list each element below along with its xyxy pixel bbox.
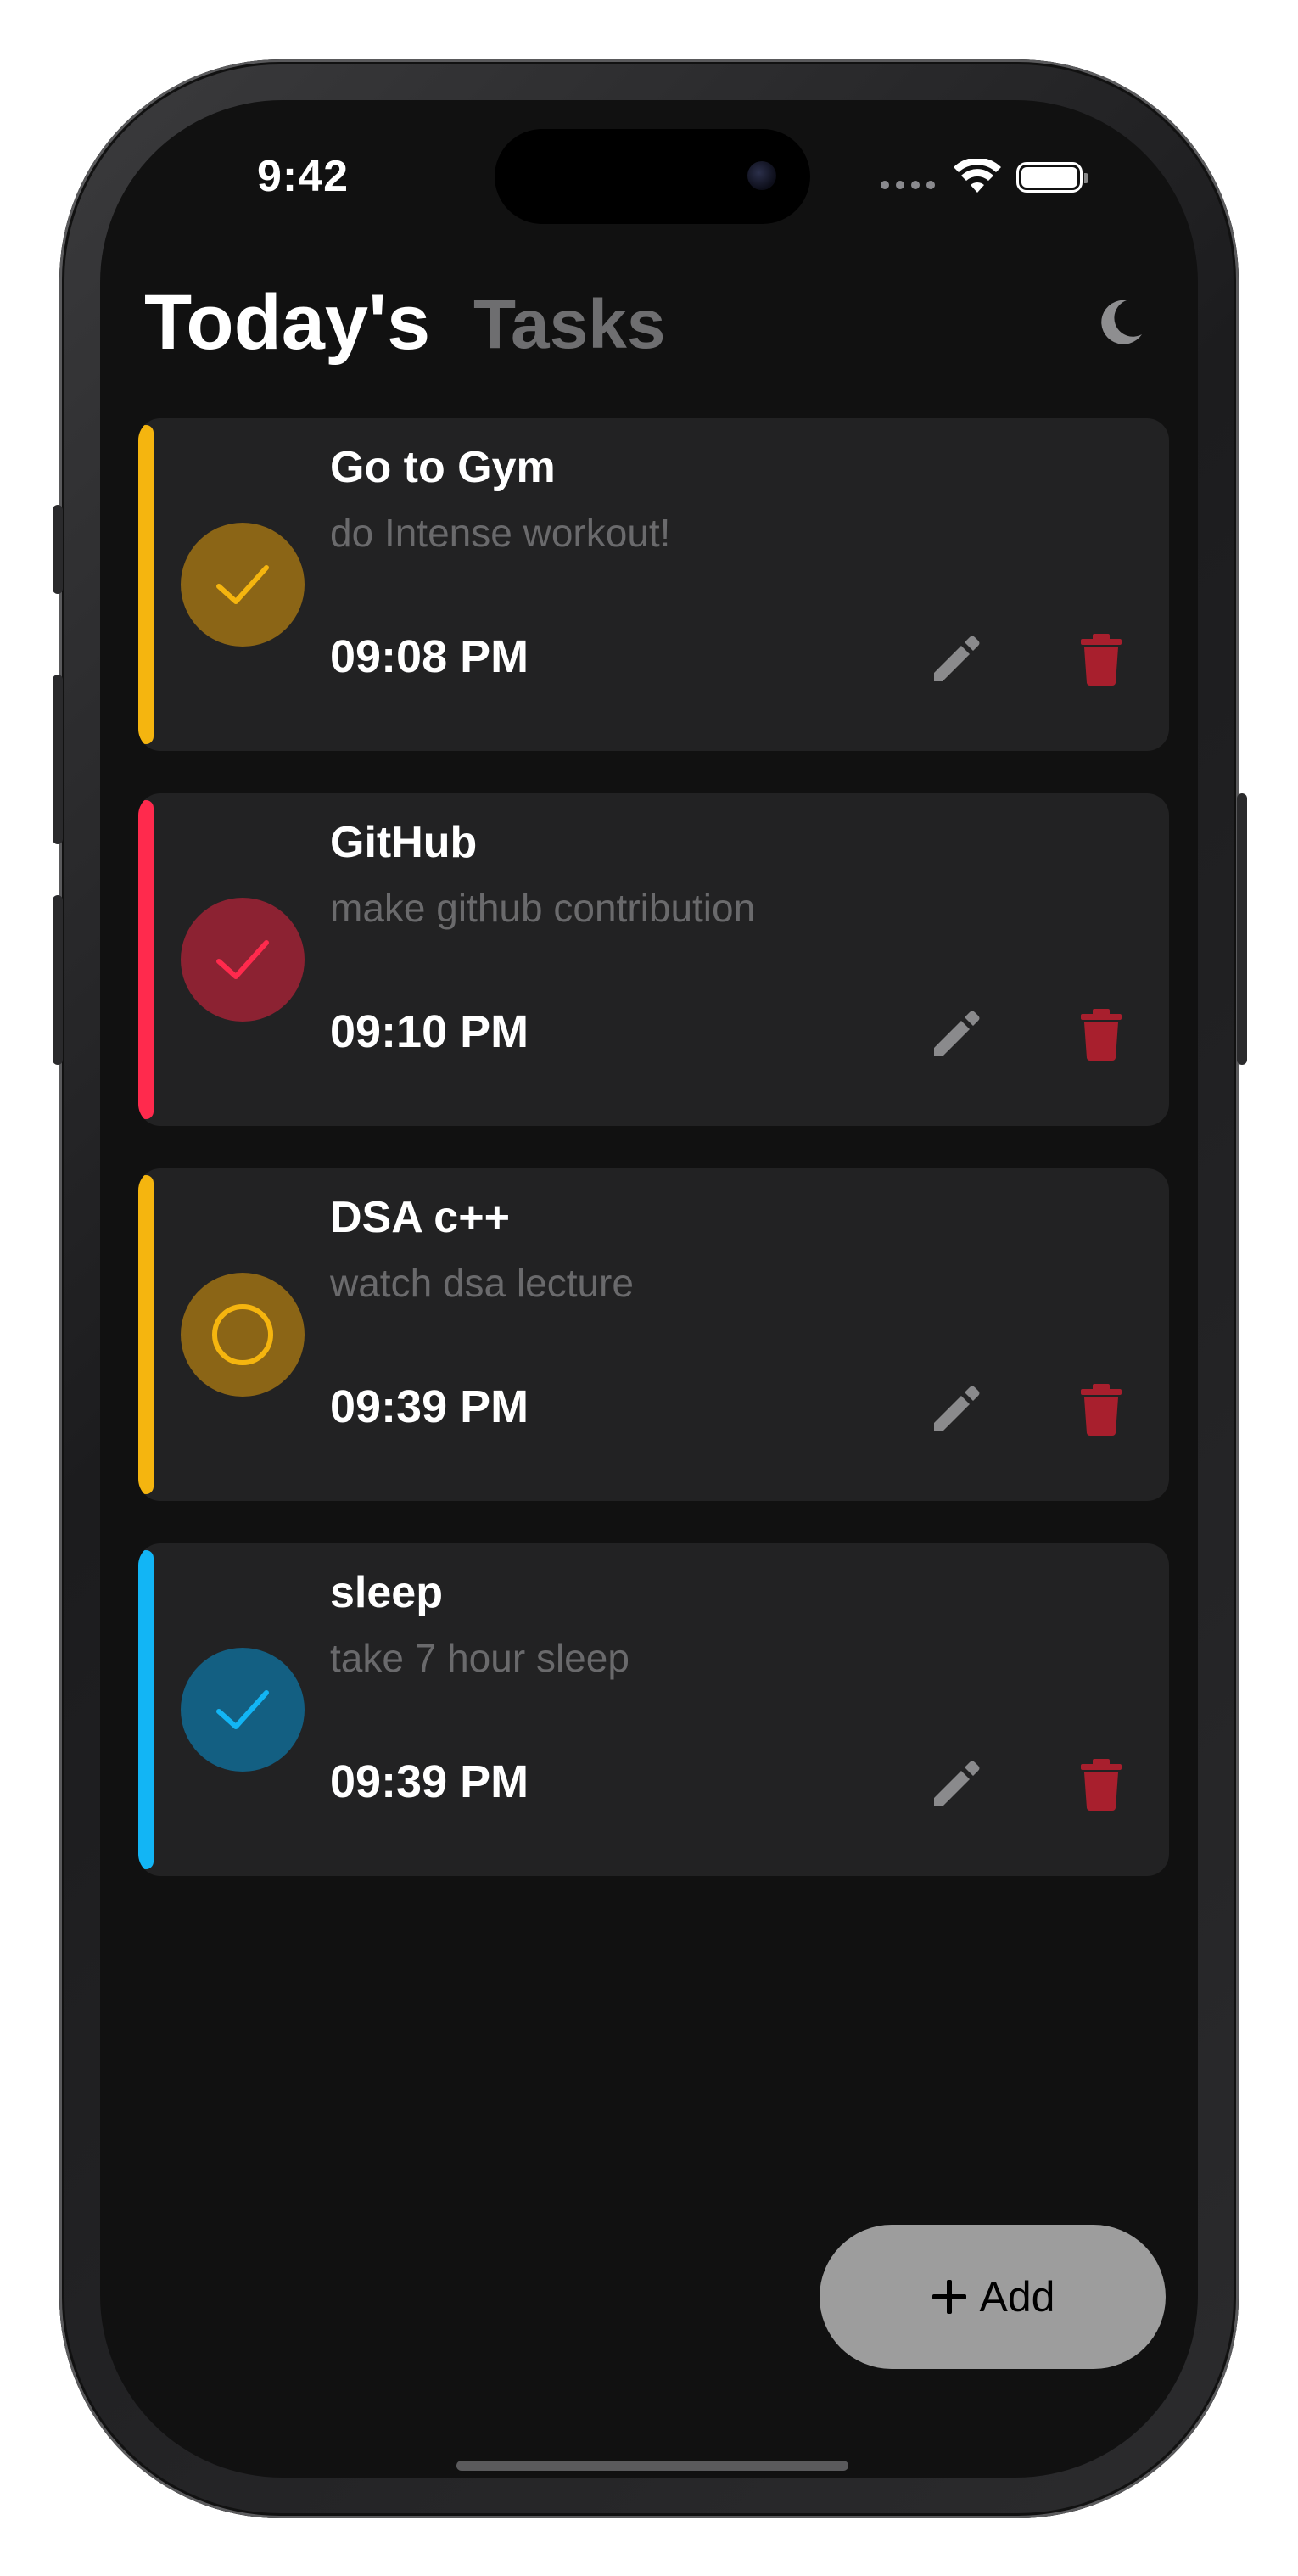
front-camera	[747, 161, 776, 190]
task-status-toggle[interactable]	[181, 523, 305, 647]
home-indicator[interactable]	[456, 2461, 848, 2471]
task-list: Go to Gym do Intense workout! 09:08 PM G…	[138, 418, 1169, 1918]
task-time: 09:10 PM	[330, 1006, 529, 1057]
task-title: GitHub	[330, 818, 478, 867]
battery-icon	[1016, 162, 1088, 193]
task-accent-bar	[138, 1550, 154, 1869]
task-status-toggle[interactable]	[181, 1273, 305, 1397]
task-title: DSA c++	[330, 1193, 510, 1242]
task-description: make github contribution	[330, 886, 756, 930]
page-subtitle: Tasks	[473, 286, 666, 363]
task-title: Go to Gym	[330, 443, 556, 492]
task-status-toggle[interactable]	[181, 1648, 305, 1772]
status-indicators	[881, 156, 1088, 199]
pencil-icon[interactable]	[929, 1007, 983, 1061]
task-card[interactable]: DSA c++ watch dsa lecture 09:39 PM	[138, 1168, 1169, 1501]
task-card[interactable]: Go to Gym do Intense workout! 09:08 PM	[138, 418, 1169, 751]
task-accent-bar	[138, 800, 154, 1119]
dynamic-island	[495, 129, 810, 224]
action-button	[53, 505, 63, 594]
task-accent-bar	[138, 425, 154, 744]
pencil-icon[interactable]	[929, 1382, 983, 1436]
add-task-button[interactable]: Add	[820, 2225, 1166, 2369]
app-screen: 9:42 Today's Tasks Go to Gym do Intense …	[100, 100, 1198, 2478]
task-status-toggle[interactable]	[181, 898, 305, 1022]
header: Today's Tasks	[144, 278, 1154, 380]
task-time: 09:39 PM	[330, 1756, 529, 1807]
pencil-icon[interactable]	[929, 1757, 983, 1812]
trash-icon[interactable]	[1077, 632, 1125, 686]
trash-icon[interactable]	[1077, 1007, 1125, 1061]
task-title: sleep	[330, 1568, 443, 1617]
check-icon	[216, 1690, 269, 1729]
pencil-icon[interactable]	[929, 632, 983, 686]
page-title: Today's	[144, 279, 431, 366]
task-accent-bar	[138, 1175, 154, 1494]
check-icon	[216, 565, 269, 604]
empty-circle-icon	[212, 1304, 273, 1365]
task-description: do Intense workout!	[330, 511, 671, 555]
task-description: take 7 hour sleep	[330, 1636, 629, 1680]
plus-icon	[932, 2280, 966, 2314]
task-card[interactable]: GitHub make github contribution 09:10 PM	[138, 793, 1169, 1126]
task-time: 09:39 PM	[330, 1381, 529, 1432]
cellular-signal-icon	[881, 181, 935, 189]
check-icon	[216, 940, 269, 979]
task-description: watch dsa lecture	[330, 1261, 634, 1305]
moon-icon[interactable]	[1094, 297, 1145, 348]
trash-icon[interactable]	[1077, 1757, 1125, 1812]
power-button	[1237, 793, 1247, 1065]
task-card[interactable]: sleep take 7 hour sleep 09:39 PM	[138, 1543, 1169, 1876]
wifi-icon	[954, 159, 1001, 193]
volume-down-button	[53, 895, 63, 1065]
status-time: 9:42	[257, 152, 350, 201]
add-button-label: Add	[979, 2273, 1055, 2321]
task-time: 09:08 PM	[330, 631, 529, 682]
trash-icon[interactable]	[1077, 1382, 1125, 1436]
volume-up-button	[53, 675, 63, 844]
